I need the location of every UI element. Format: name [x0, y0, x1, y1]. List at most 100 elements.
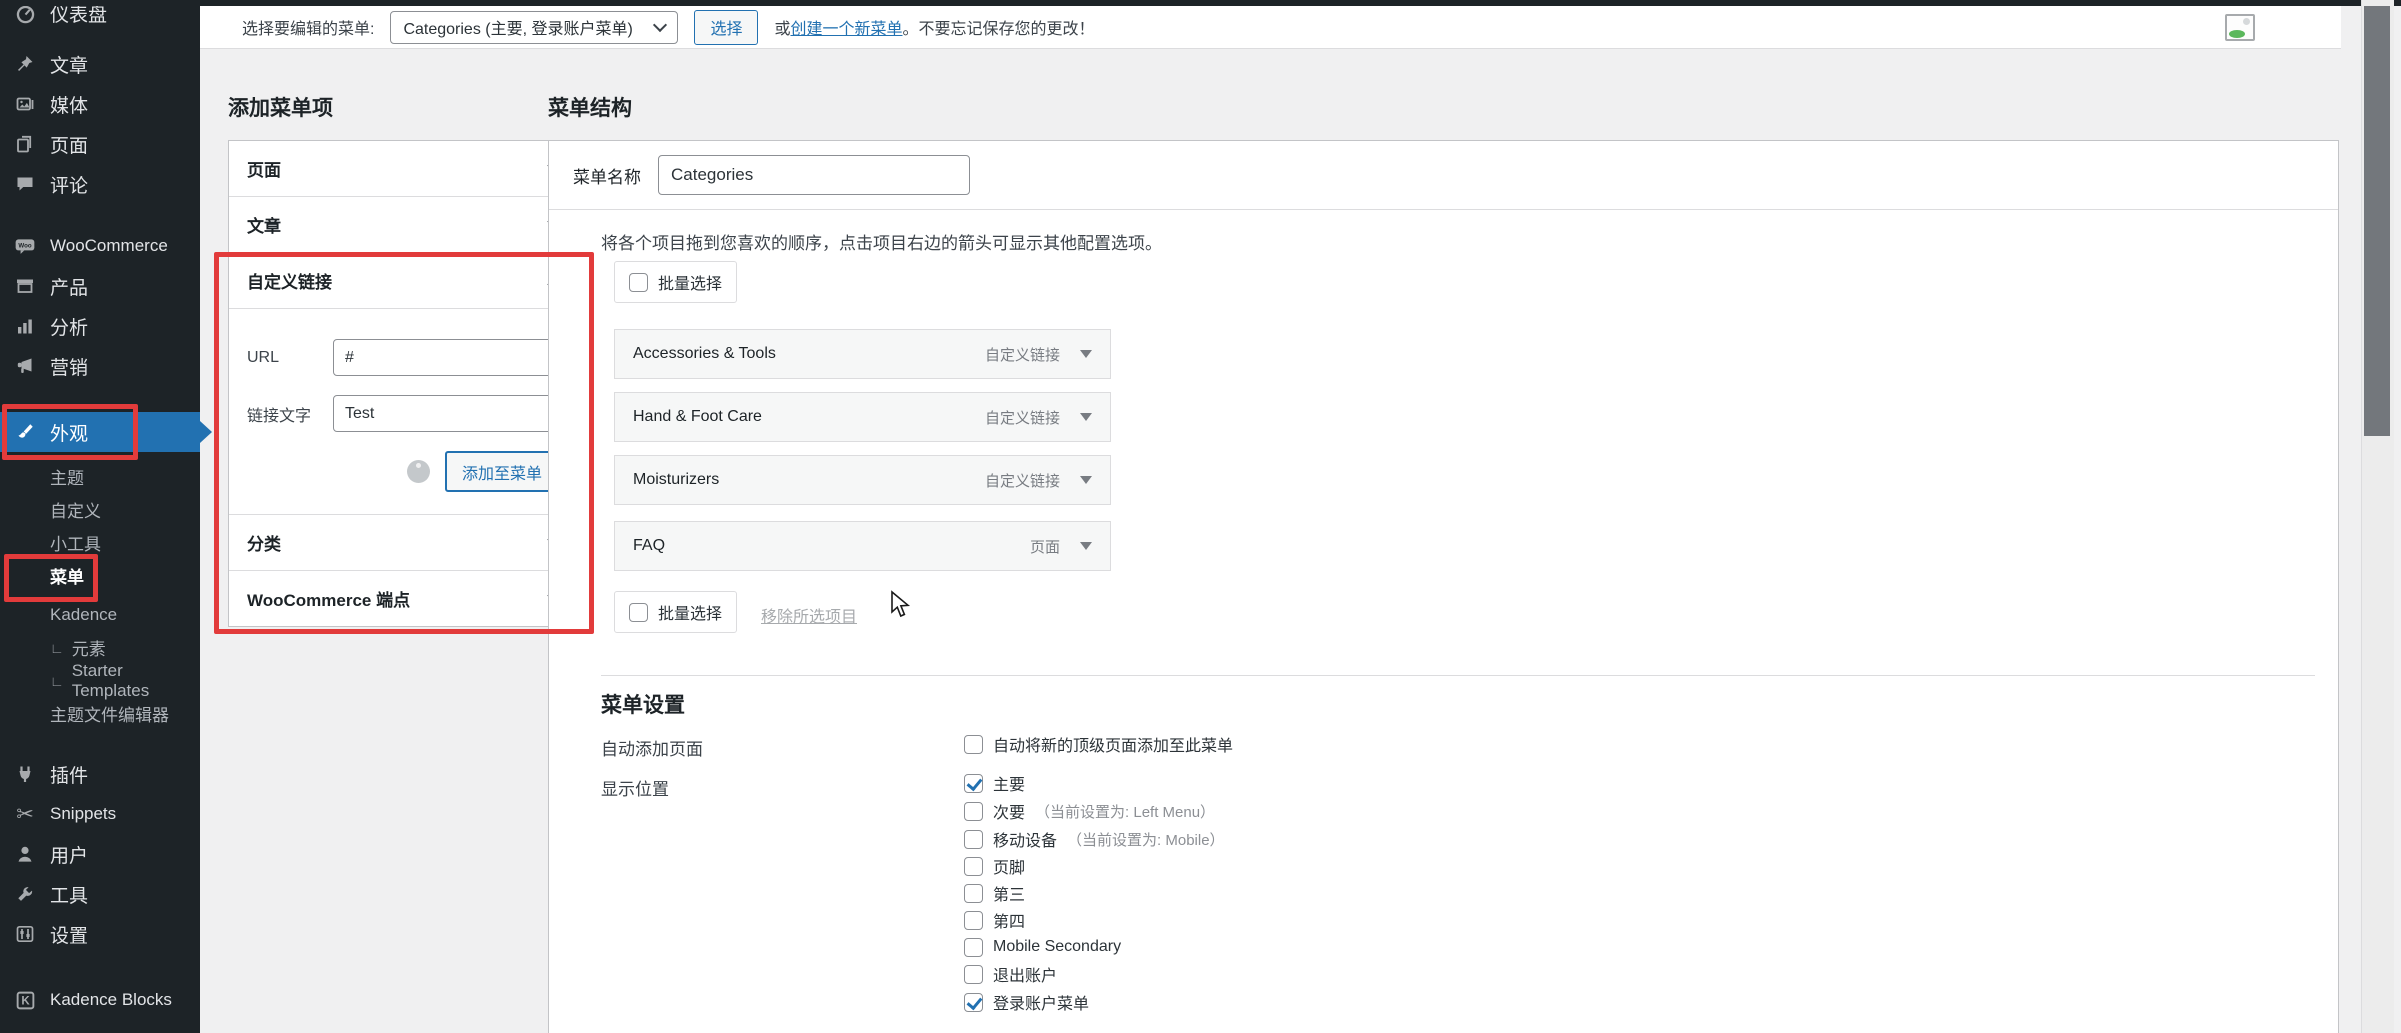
sidebar-item-comments[interactable]: 评论	[0, 164, 200, 204]
menu-select-label: 选择要编辑的菜单:	[242, 15, 374, 39]
sidebar-item-label: 营销	[50, 353, 88, 380]
marketing-icon	[13, 354, 37, 378]
location-mobile[interactable]: 移动设备 （当前设置为: Mobile）	[964, 828, 1225, 850]
section-divider	[601, 675, 2315, 676]
sidebar-item-label: 分析	[50, 313, 88, 340]
add-menu-items-title: 添加菜单项	[228, 92, 333, 122]
bulk-select-toggle[interactable]: 批量选择	[614, 261, 737, 303]
menu-item-moisturizers[interactable]: Moisturizers 自定义链接	[614, 455, 1111, 505]
chevron-down-icon[interactable]	[1080, 413, 1092, 421]
location-checkbox[interactable]	[964, 857, 983, 876]
accordion-pages[interactable]: 页面	[229, 141, 577, 196]
drag-hint-text: 将各个项目拖到您喜欢的顺序，点击项目右边的箭头可显示其他配置选项。	[601, 229, 1162, 254]
wordpress-menus-page: 仪表盘 文章 媒体 页面 评论 Woo WooCommerce	[0, 0, 2401, 1033]
users-icon	[13, 842, 37, 866]
sidebar-item-settings[interactable]: 设置	[0, 914, 200, 954]
sidebar-item-label: 评论	[50, 171, 88, 198]
location-secondary[interactable]: 次要 （当前设置为: Left Menu）	[964, 800, 1215, 822]
create-new-menu-link[interactable]: 创建一个新菜单	[790, 21, 902, 38]
bulk-select-toggle-bottom[interactable]: 批量选择	[614, 591, 737, 633]
annotation-box-appearance	[2, 404, 138, 460]
kadence-blocks-icon: K	[13, 988, 37, 1012]
location-third[interactable]: 第三	[964, 882, 1025, 904]
sidebar-sub-customize[interactable]: 自定义	[0, 493, 200, 526]
location-checkbox[interactable]	[964, 938, 983, 957]
sidebar-item-plugins[interactable]: 插件	[0, 754, 200, 794]
sidebar-item-products[interactable]: 产品	[0, 266, 200, 306]
chevron-down-icon[interactable]	[1080, 476, 1092, 484]
menu-item-faq[interactable]: FAQ 页面	[614, 521, 1111, 571]
display-location-label: 显示位置	[601, 775, 669, 800]
sidebar-sub-kadence[interactable]: Kadence	[0, 598, 200, 631]
sidebar-item-analytics[interactable]: 分析	[0, 306, 200, 346]
remove-selected-link[interactable]: 移除所选项目	[761, 603, 857, 627]
scrollbar-thumb[interactable]	[2364, 6, 2390, 436]
sidebar-sub-theme-editor[interactable]: 主题文件编辑器	[0, 697, 200, 730]
menu-select-dropdown[interactable]: Categories (主要, 登录账户菜单)	[390, 11, 678, 44]
location-checkbox[interactable]	[964, 911, 983, 930]
menu-name-input[interactable]	[658, 155, 970, 195]
menu-select-bar: 选择要编辑的菜单: Categories (主要, 登录账户菜单) 选择 或创建…	[200, 6, 2341, 49]
location-fourth[interactable]: 第四	[964, 909, 1025, 931]
sidebar-item-pages[interactable]: 页面	[0, 124, 200, 164]
sidebar-item-media[interactable]: 媒体	[0, 84, 200, 124]
sidebar-item-label: 产品	[50, 273, 88, 300]
scissors-icon: ✂	[13, 802, 37, 826]
menu-name-row: 菜单名称	[549, 141, 2338, 210]
location-footer[interactable]: 页脚	[964, 855, 1025, 877]
location-checkbox[interactable]	[964, 993, 983, 1012]
sidebar-item-label: 文章	[50, 51, 88, 78]
svg-text:K: K	[21, 995, 30, 1007]
sidebar-item-label: 工具	[50, 881, 88, 908]
image-placeholder-icon	[2225, 14, 2255, 41]
tools-icon	[13, 882, 37, 906]
select-menu-button[interactable]: 选择	[694, 10, 758, 45]
sidebar-item-marketing[interactable]: 营销	[0, 346, 200, 386]
chevron-down-icon	[653, 17, 667, 31]
menu-structure-title: 菜单结构	[548, 92, 632, 122]
chevron-down-icon[interactable]	[1080, 350, 1092, 358]
menu-structure-card: 菜单名称 将各个项目拖到您喜欢的顺序，点击项目右边的箭头可显示其他配置选项。 批…	[548, 140, 2339, 1033]
sidebar-item-label: WooCommerce	[50, 236, 168, 256]
sidebar-item-label: 媒体	[50, 91, 88, 118]
sidebar-sub-elements[interactable]: ∟元素	[0, 631, 200, 664]
sidebar-item-tools[interactable]: 工具	[0, 874, 200, 914]
auto-add-pages-option[interactable]: 自动将新的顶级页面添加至此菜单	[964, 733, 1233, 755]
bulk-select-checkbox[interactable]	[629, 603, 648, 622]
sidebar-item-woocommerce[interactable]: Woo WooCommerce	[0, 226, 200, 266]
sidebar-item-kadence-blocks[interactable]: K Kadence Blocks	[0, 980, 200, 1020]
chevron-down-icon[interactable]	[1080, 542, 1092, 550]
location-account-menu[interactable]: 登录账户菜单	[964, 991, 1089, 1013]
products-icon	[13, 274, 37, 298]
sidebar-item-users[interactable]: 用户	[0, 834, 200, 874]
location-checkbox[interactable]	[964, 965, 983, 984]
auto-add-pages-label: 自动添加页面	[601, 735, 703, 760]
sidebar-item-snippets[interactable]: ✂ Snippets	[0, 794, 200, 834]
sub-arrow-glyph: ∟	[50, 640, 64, 656]
sidebar-item-label: 插件	[50, 761, 88, 788]
sidebar-sub-themes[interactable]: 主题	[0, 460, 200, 493]
location-checkbox[interactable]	[964, 884, 983, 903]
auto-add-checkbox[interactable]	[964, 735, 983, 754]
annotation-box-menus	[4, 554, 98, 602]
menu-name-label: 菜单名称	[573, 163, 641, 188]
annotation-box-custom-links	[214, 252, 594, 634]
menu-settings-title: 菜单设置	[601, 689, 685, 719]
sidebar-item-posts[interactable]: 文章	[0, 44, 200, 84]
menu-item-accessories-tools[interactable]: Accessories & Tools 自定义链接	[614, 329, 1111, 379]
plugin-icon	[13, 762, 37, 786]
sidebar-sub-starter-templates[interactable]: ∟Starter Templates	[0, 664, 200, 697]
location-primary[interactable]: 主要	[964, 772, 1025, 794]
location-logout[interactable]: 退出账户	[964, 963, 1057, 985]
scrollbar[interactable]	[2361, 0, 2394, 1033]
menu-item-hand-foot-care[interactable]: Hand & Foot Care 自定义链接	[614, 392, 1111, 442]
location-mobile-secondary[interactable]: Mobile Secondary	[964, 936, 1121, 958]
location-checkbox[interactable]	[964, 802, 983, 821]
settings-icon	[13, 922, 37, 946]
analytics-icon	[13, 314, 37, 338]
sidebar-item-label: Snippets	[50, 804, 116, 824]
bulk-select-checkbox[interactable]	[629, 273, 648, 292]
location-checkbox[interactable]	[964, 830, 983, 849]
accordion-posts[interactable]: 文章	[229, 196, 577, 252]
location-checkbox[interactable]	[964, 774, 983, 793]
